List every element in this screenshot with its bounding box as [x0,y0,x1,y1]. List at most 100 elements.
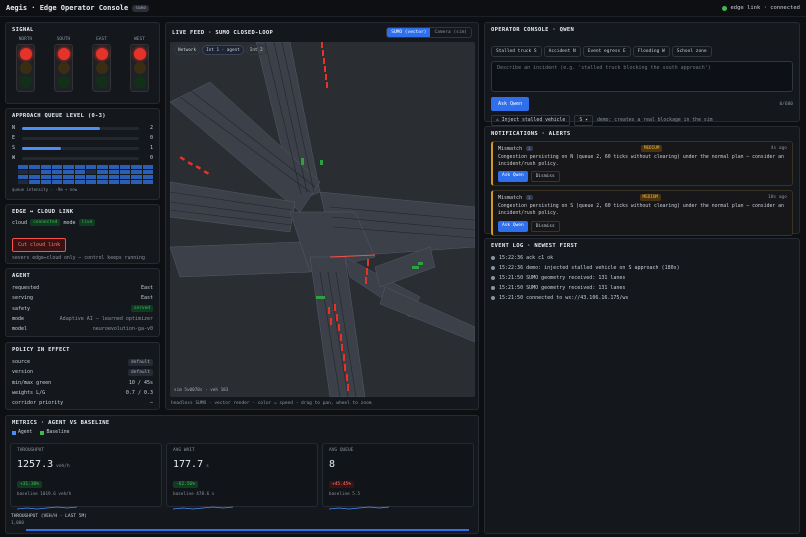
status-dot-icon [722,5,728,11]
camera-sim-tab[interactable]: Camera (sim) [430,28,471,37]
chip-network[interactable]: Network [174,45,201,55]
agent-key: requested [12,285,40,292]
log-dot-icon [491,276,495,280]
alert-text: Congestion persisting on N (queue 2, 60 … [498,155,784,167]
policy-value: 10 / 45s [128,379,153,386]
feed-title: LIVE FEED · SUMO CLOSED-LOOP [172,29,274,36]
traffic-light-icon [130,44,149,92]
policy-key: source [12,359,31,366]
sim-overlay: sim 5v0070s · veh 183 [174,388,229,393]
signal-label: NORTH [18,37,33,42]
agent-value: Adaptive AI — learned optimizer [59,316,153,323]
chip-int1-agent[interactable]: Int 1 · agent [202,45,244,55]
tag-stalled-truck[interactable]: Stalled truck S [491,46,542,57]
policy-row: min/max green 10 / 45s [12,378,153,388]
tag-flooding[interactable]: Flooding W [632,46,670,57]
heat-row [18,170,153,174]
alert-ask-qwen-button[interactable]: Ask Qwen [498,220,528,232]
operator-title: OPERATOR CONSOLE · QWEN [491,27,575,33]
queue-bar [22,146,139,150]
queue-value: 1 [149,145,153,151]
alert-card: Mismatch i MEDIUM 4s ago Congestion persisti… [491,141,793,187]
metric-number: 1257.3 [17,459,54,470]
heat-row [18,180,153,184]
throughput-chart-tick: 1,000 [11,521,24,526]
legend-agent: Agent [18,430,33,435]
connection-status: edge link · connected [722,5,800,11]
queue-value: 0 [149,155,153,161]
inject-stalled-vehicle-button[interactable]: ⚠ Inject stalled vehicle [491,115,571,126]
alert-dismiss-button[interactable]: Dismiss [530,171,560,183]
policy-row: source default [12,357,153,367]
incident-tags: Stalled truck S Accident N Event egress EF… [491,37,793,57]
sumo-vector-tab[interactable]: SUMO (vector) [387,28,431,37]
metric-value: 177.7 s [173,459,311,470]
queue-label: S [12,145,16,151]
throughput-chart-label: THROUGHPUT (VEH/H · LAST 5M) [11,514,87,519]
feed-source-toggle: SUMO (vector) Camera (sim) [386,27,472,38]
queue-value: 2 [149,125,153,131]
metric-value: 1257.3 veh/h [17,459,155,470]
alert-time: 10s ago [768,195,787,201]
severity-badge: MEDIUM [639,194,662,202]
intersection-chips: Network Int 1 · agent Int 2 [174,45,269,55]
tag-accident[interactable]: Accident N [543,46,581,57]
tag-school-zone[interactable]: School zone [671,46,712,57]
legend-agent-swatch [12,430,16,435]
metrics-title: METRICS · AGENT VS BASELINE [12,420,110,426]
queue-footer: queue intensity · -9m → now [12,187,78,192]
agent-key: mode [12,316,25,323]
agent-row: requested East [12,283,153,293]
policy-title: POLICY IN EFFECT [12,347,70,353]
approach-select[interactable]: S ▾ [574,115,593,126]
chip-int2[interactable]: Int 2 [245,45,267,55]
connection-text: edge link · connected [730,5,800,11]
signal-label: WEST [134,37,145,42]
traffic-light-icon [54,44,73,92]
metric-value: 8 [329,459,467,470]
policy-key: min/max green [12,379,52,386]
agent-value: served [130,305,153,313]
queue-value: 0 [149,135,153,141]
metric-delta: -62.56% [173,481,198,488]
agent-key: model [12,326,28,333]
log-dot-icon [491,296,495,300]
log-text: 15:21:50 SUMO geometry received: 131 lan… [499,275,626,281]
incident-input[interactable]: Describe an incident (e.g. 'stalled truc… [491,61,793,92]
queue-label: W [12,155,16,161]
alert-dismiss-button[interactable]: Dismiss [530,220,560,232]
agent-key: safety [12,305,31,312]
metric-label: AVG QUEUE [329,448,354,453]
agent-key: serving [12,295,34,302]
log-text: 15:22:36 ack c1 ok [499,255,554,261]
metric-label: AVG WAIT [173,448,195,453]
policy-key: version [12,369,34,376]
alert-card: Mismatch i MEDIUM 10s ago Congestion persist… [491,190,793,236]
signal-label: EAST [96,37,107,42]
sumo-map-view[interactable]: Network Int 1 · agent Int 2 sim 5v0070s … [170,42,475,397]
metric-card: THROUGHPUT 1257.3 veh/h +31.38% baseline 101… [10,443,162,510]
metric-delta: +45.45% [329,481,354,488]
approach-select-value: S [579,118,583,123]
tag-event-egress[interactable]: Event egress E [582,46,631,57]
alert-text: Congestion persisting on S (queue 2, 60 … [498,204,784,217]
eventlog-title: EVENT LOG · NEWEST FIRST [491,243,578,249]
agent-row: serving East [12,293,153,303]
log-text: 15:21:50 connected to ws://43.106.16.175… [499,295,629,301]
queue-heatmap [12,165,153,184]
alert-kind: Mismatch [498,194,523,201]
edge-title: EDGE ↔ CLOUD LINK [12,209,74,215]
alert-ask-qwen-button[interactable]: Ask Qwen [498,171,528,183]
cut-cloud-link-button[interactable]: Cut cloud link [12,238,67,252]
policy-value: 0.7 / 0.3 [125,390,153,397]
signal-west: WEST [130,37,149,92]
ask-qwen-button[interactable]: Ask Qwen [491,97,530,111]
edge-note: severs edge↔cloud only — control keeps r… [12,256,145,261]
info-icon: i [526,195,533,201]
mode-badge: sumo [132,4,150,12]
metric-card: AVG QUEUE 8 +45.45% baseline 5.5 [322,443,474,510]
agent-value: East [140,295,153,302]
queue-panel: APPROACH QUEUE LEVEL (0-3) N2E0S1W0 queu… [5,108,160,200]
log-entry: 15:21:50 SUMO geometry received: 131 lan… [491,283,793,293]
mode-label: mode [63,219,76,226]
